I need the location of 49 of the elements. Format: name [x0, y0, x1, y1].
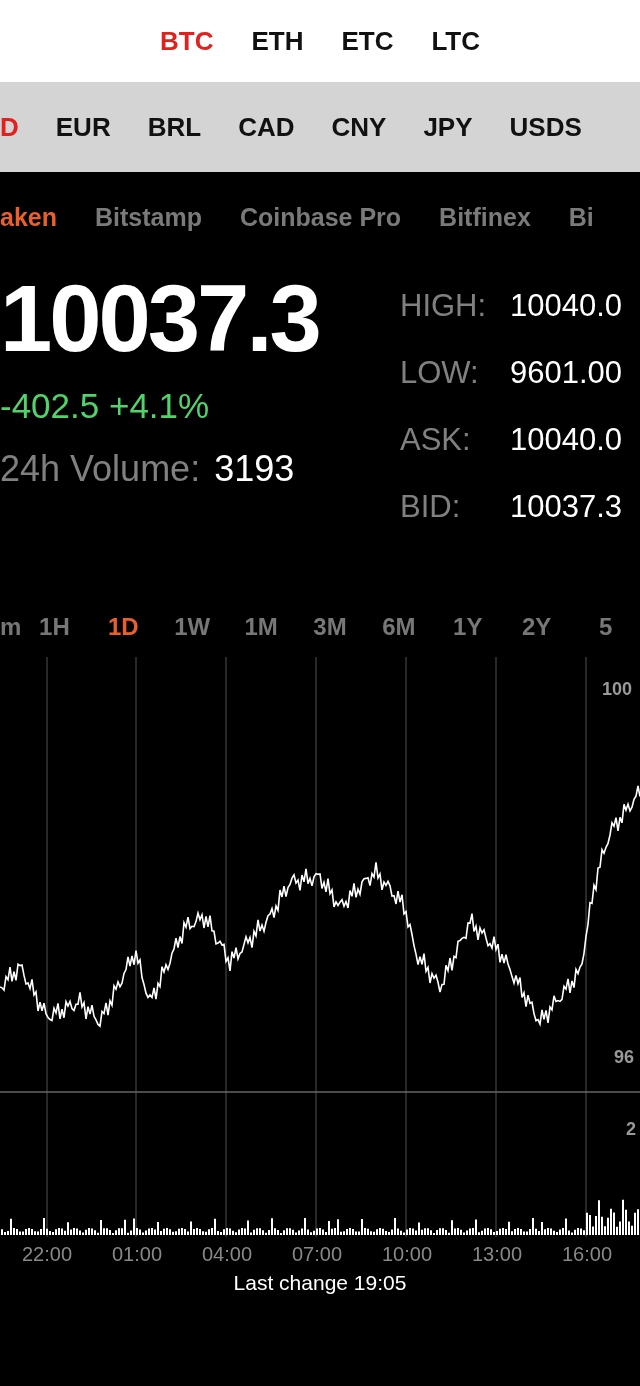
time-label: 10:00 [380, 1242, 434, 1266]
currency-tab[interactable]: CAD [220, 111, 314, 143]
exchange-tab[interactable]: Bitstamp [95, 202, 202, 232]
stat-value: 10037.3 [510, 488, 623, 525]
range-tab[interactable]: 2Y [502, 613, 572, 641]
volume-label: 24h Volume: [0, 448, 201, 489]
range-tab[interactable]: 6M [364, 613, 434, 641]
currency-tab[interactable]: D [0, 111, 38, 143]
axis-label: 100 [602, 679, 633, 700]
range-tab[interactable]: 1D [88, 613, 158, 641]
stat-label: LOW: [400, 354, 480, 391]
exchange-tab[interactable]: aken [0, 202, 57, 232]
coin-tab[interactable]: LTC [431, 25, 481, 57]
coin-tab[interactable]: BTC [159, 25, 214, 57]
range-tab[interactable]: 1Y [433, 613, 503, 641]
exchange-tab[interactable]: Bitfinex [439, 202, 531, 232]
stat-value: 10040.0 [510, 421, 623, 458]
stat-label: BID: [400, 488, 462, 525]
stat-value: 10040.0 [510, 287, 623, 324]
exchange-tab[interactable]: Coinbase Pro [239, 202, 402, 232]
stat-label: ASK: [400, 421, 472, 458]
currency-tab[interactable]: BRL [129, 111, 221, 143]
time-label: 16:00 [560, 1242, 614, 1266]
range-tab[interactable]: 3M [295, 613, 365, 641]
time-label: 13:00 [470, 1242, 524, 1266]
axis-label: 2 [626, 1119, 636, 1140]
time-label: 07:00 [290, 1242, 344, 1266]
price-change: -402.5 +4.1% [0, 386, 211, 426]
coin-tab[interactable]: ETH [251, 25, 304, 57]
stat-label: HIGH: [400, 287, 488, 324]
range-tab[interactable]: 5 [571, 613, 640, 641]
stat-value: 9601.00 [510, 354, 623, 391]
currency-tab[interactable]: JPY [405, 111, 492, 143]
price-value: 10037.3 [0, 272, 320, 366]
currency-tab[interactable]: EUR [37, 111, 130, 143]
exchange-tab[interactable]: Bi [568, 202, 594, 232]
range-tab[interactable]: 1W [157, 613, 227, 641]
coin-tab[interactable]: ETC [341, 25, 394, 57]
range-tab[interactable]: m [0, 613, 20, 641]
last-change-text: Last change 19:05 [232, 1271, 408, 1295]
range-tab[interactable]: 1M [226, 613, 296, 641]
time-label: 22:00 [20, 1242, 74, 1266]
axis-label: 96 [614, 1047, 635, 1068]
time-label: 04:00 [200, 1242, 254, 1266]
volume-value: 3193 [214, 448, 295, 489]
currency-tab[interactable]: CNY [313, 111, 406, 143]
time-label: 01:00 [110, 1242, 164, 1266]
currency-tab[interactable]: USDS [491, 111, 601, 143]
range-tab[interactable]: 1H [20, 613, 89, 641]
